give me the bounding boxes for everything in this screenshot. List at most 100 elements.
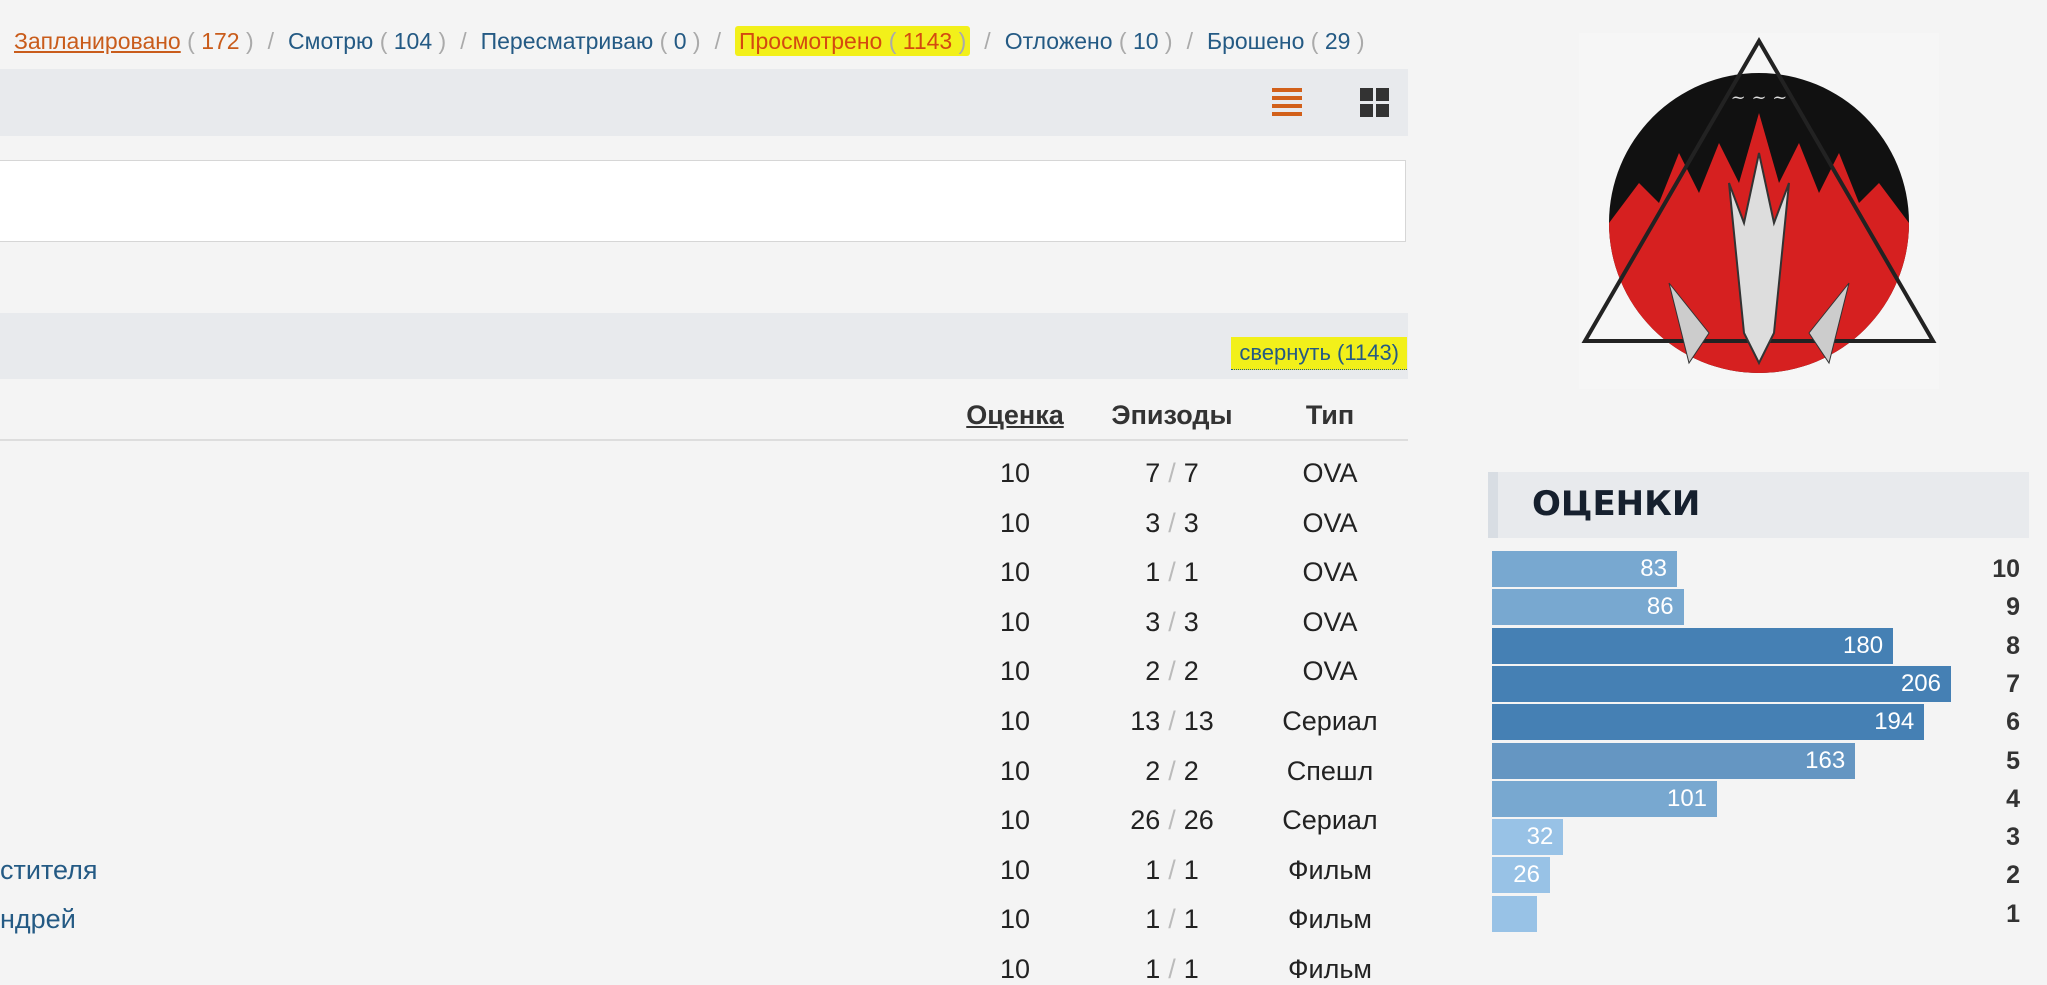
column-header-score[interactable]: Оценка xyxy=(940,400,1090,431)
type-cell: OVA xyxy=(1302,458,1358,488)
tab-separator: / xyxy=(984,28,991,54)
toolbar xyxy=(0,69,1408,136)
ratings-header: ОЦЕНКИ xyxy=(1488,472,2029,538)
filter-input[interactable] xyxy=(0,160,1406,242)
episodes-watched: 7 xyxy=(1145,458,1161,488)
tab-4[interactable]: Отложено ( 10 ) xyxy=(1005,28,1173,54)
episodes-watched: 3 xyxy=(1145,507,1161,538)
episodes-total: 1 xyxy=(1183,904,1199,935)
score-cell: 10 xyxy=(999,904,1031,935)
rating-bar-3[interactable]: 32 xyxy=(1492,819,1564,856)
episodes-watched: 3 xyxy=(1145,606,1161,637)
rating-bar-2[interactable]: 26 xyxy=(1492,857,1550,894)
tab-1[interactable]: Смотрю ( 104 ) xyxy=(288,28,446,54)
type-cell: OVA xyxy=(1302,507,1358,538)
rating-score-label: 8 xyxy=(2006,631,2020,660)
episodes-cell: 1/1 xyxy=(1145,904,1199,935)
collapse-link[interactable]: свернуть (1143) xyxy=(1231,337,1407,370)
score-cell: 10 xyxy=(999,954,1031,984)
episodes-cell: 1/1 xyxy=(1145,954,1199,984)
score-cell: 10 xyxy=(999,557,1031,588)
episodes-total: 13 xyxy=(1183,706,1214,736)
svg-text:~ ~ ~: ~ ~ ~ xyxy=(1731,87,1788,108)
rating-score-label: 5 xyxy=(2006,746,2020,775)
episodes-watched: 26 xyxy=(1130,805,1161,836)
rating-bar-6[interactable]: 194 xyxy=(1492,704,1925,741)
episodes-total: 7 xyxy=(1183,458,1199,488)
ratings-title: ОЦЕНКИ xyxy=(1532,484,1701,524)
rating-bar-1[interactable] xyxy=(1492,895,1537,932)
episodes-cell: 7/7 xyxy=(1145,458,1199,488)
grid-view-icon[interactable] xyxy=(1360,88,1390,118)
tab-5[interactable]: Брошено ( 29 ) xyxy=(1207,28,1365,54)
type-cell: OVA xyxy=(1302,557,1358,588)
rating-bar-5[interactable]: 163 xyxy=(1492,742,1856,779)
type-cell: OVA xyxy=(1302,656,1358,687)
tab-0[interactable]: Запланировано ( 172 ) xyxy=(14,28,254,54)
rating-score-label: 1 xyxy=(2006,899,2020,928)
episodes-watched: 1 xyxy=(1145,854,1161,885)
column-header-episodes: Эпизоды xyxy=(1111,400,1233,430)
rating-score-label: 9 xyxy=(2006,593,2020,622)
rating-bar-9[interactable]: 86 xyxy=(1492,589,1684,626)
rating-score-label: 7 xyxy=(2006,669,2020,698)
tab-3[interactable]: Просмотрено ( 1143 ) xyxy=(734,26,971,56)
type-cell: Фильм xyxy=(1288,854,1372,885)
rating-bar-4[interactable]: 101 xyxy=(1492,780,1718,817)
score-cell: 10 xyxy=(999,854,1031,885)
anime-title-link[interactable]: стителя xyxy=(0,855,98,886)
tab-label: Отложено xyxy=(1004,28,1113,54)
tab-2[interactable]: Пересматриваю ( 0 ) xyxy=(481,28,701,54)
type-cell: Фильм xyxy=(1288,954,1372,984)
episodes-total: 2 xyxy=(1183,755,1199,786)
rating-score-label: 10 xyxy=(1992,555,2020,583)
tab-label: Пересматриваю xyxy=(480,28,654,54)
score-cell: 10 xyxy=(999,755,1031,786)
rating-bar-10[interactable]: 83 xyxy=(1492,551,1677,587)
episodes-total: 3 xyxy=(1183,606,1199,637)
user-avatar-logo: ~ ~ ~ xyxy=(1579,33,1939,389)
episodes-watched: 2 xyxy=(1145,755,1161,786)
episodes-cell: 2/2 xyxy=(1145,755,1199,786)
anime-title-link[interactable]: ндрей xyxy=(0,904,76,935)
tab-count: 0 xyxy=(673,28,687,54)
episodes-total: 2 xyxy=(1183,656,1199,687)
score-cell: 10 xyxy=(999,656,1031,687)
rating-bar-7[interactable]: 206 xyxy=(1492,665,1951,702)
episodes-total: 3 xyxy=(1183,507,1199,538)
tab-separator: / xyxy=(267,28,275,54)
tab-separator: / xyxy=(714,28,721,54)
column-header-type: Тип xyxy=(1305,400,1355,430)
tab-label: Просмотрено xyxy=(738,28,883,54)
episodes-total: 1 xyxy=(1183,854,1199,885)
episodes-cell: 26/26 xyxy=(1130,805,1214,836)
type-cell: Сериал xyxy=(1282,805,1378,836)
episodes-total: 1 xyxy=(1183,557,1199,588)
episodes-cell: 3/3 xyxy=(1145,507,1199,538)
list-view-icon[interactable] xyxy=(1272,88,1302,120)
episodes-cell: 1/1 xyxy=(1145,557,1199,588)
episodes-cell: 2/2 xyxy=(1145,656,1199,687)
rating-score-label: 4 xyxy=(2006,784,2020,813)
episodes-watched: 1 xyxy=(1145,904,1161,935)
episodes-watched: 2 xyxy=(1145,656,1161,687)
episodes-watched: 1 xyxy=(1145,954,1161,984)
score-cell: 10 xyxy=(999,805,1031,836)
tab-count: 172 xyxy=(201,28,240,54)
episodes-cell: 1/1 xyxy=(1145,854,1199,885)
type-cell: Спешл xyxy=(1286,755,1374,786)
tab-count: 104 xyxy=(393,28,433,54)
tab-label: Смотрю xyxy=(288,28,374,54)
tab-count: 1143 xyxy=(902,28,953,54)
rating-bar-8[interactable]: 180 xyxy=(1492,627,1894,664)
tab-separator: / xyxy=(460,28,467,54)
score-cell: 10 xyxy=(999,606,1031,637)
episodes-total: 26 xyxy=(1183,805,1214,836)
score-cell: 10 xyxy=(999,706,1031,736)
score-cell: 10 xyxy=(999,458,1031,488)
tab-count: 10 xyxy=(1132,28,1159,54)
episodes-cell: 13/13 xyxy=(1130,706,1214,736)
rating-score-label: 3 xyxy=(2006,823,2020,852)
rating-score-label: 6 xyxy=(2006,708,2020,737)
tab-label: Запланировано xyxy=(14,28,181,54)
